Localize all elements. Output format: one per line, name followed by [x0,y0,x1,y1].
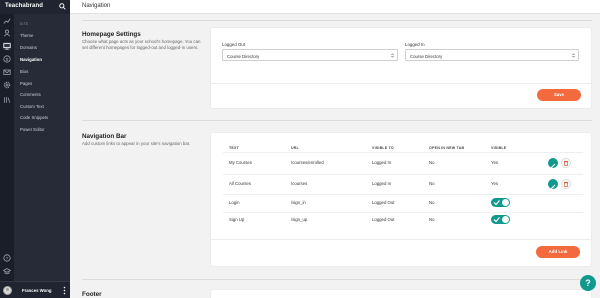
sidebar-item-power-editor[interactable]: Power Editor [20,127,45,132]
sidebar-item-comments[interactable]: Comments [20,92,41,97]
row-visible-to: Logged Out [372,200,395,205]
logged-in-select[interactable]: Course Directory [405,49,579,61]
logged-out-label: Logged Out [222,42,245,47]
row-visible: Yes [491,160,499,165]
table-row-divider [223,212,583,213]
sidebar-section-label: SITE [20,22,29,26]
row-text: Login [229,200,240,205]
library-icon[interactable] [3,96,11,104]
navigation-links-card: TEXT URL VISIBLE TO OPEN IN NEW TAB VISI… [211,133,591,266]
table-row-divider [223,194,583,195]
select-caret-icon [391,53,394,58]
pencil-icon [550,163,556,169]
visible-toggle[interactable] [491,198,510,207]
column-header-visible-to: VISIBLE TO [372,146,394,150]
homepage-settings-description: Choose what page acts as your school's h… [82,39,201,50]
dollar-icon[interactable]: $ [3,55,11,63]
users-icon[interactable] [3,29,11,37]
logged-out-select[interactable]: Course Directory [222,49,398,61]
table-header-divider [223,152,583,153]
trash-icon [563,160,569,166]
kebab-menu-icon[interactable] [63,286,66,295]
column-header-text: TEXT [229,146,239,150]
brand-area: Teachabrand [0,0,70,14]
row-url: /sign_in [291,200,306,205]
logged-in-select-value: Course Directory [410,53,443,59]
add-link-button[interactable]: Add Link [536,246,580,258]
gear-icon[interactable] [3,81,11,89]
page-title: Navigation [82,3,111,9]
table-row-divider [223,174,583,175]
user-name: Frances Wong [22,288,52,293]
sidebar-item-domains[interactable]: Domains [20,45,37,50]
svg-text:$: $ [6,57,9,63]
row-url: /courses [291,181,308,186]
column-header-url: URL [291,146,299,150]
row-url: /sign_up [291,217,308,222]
chart-icon[interactable] [3,17,11,25]
check-icon [493,200,500,206]
select-caret-icon [572,53,575,58]
visible-toggle[interactable] [491,215,510,224]
delete-button[interactable] [561,158,571,168]
row-new-tab: No [429,200,435,205]
row-url: /courses/enrolled [291,160,324,165]
edit-button[interactable] [548,158,558,169]
user-menu[interactable]: Frances Wong [0,281,70,298]
delete-button[interactable] [561,179,571,189]
footer-section-title: Footer [82,291,102,298]
save-button[interactable]: Save [537,89,581,101]
homepage-settings-card: Logged Out Course Directory Logged In Co… [211,28,591,108]
logged-in-label: Logged In [405,42,425,47]
row-visible-to: Logged In [372,160,392,165]
brand-logo[interactable]: Teachabrand [5,3,43,9]
column-header-open-in-new-tab: OPEN IN NEW TAB [429,146,465,150]
svg-text:?: ? [6,256,9,262]
row-new-tab: No [429,181,435,186]
column-header-visible: VISIBLE [491,146,507,150]
sidebar-item-pages[interactable]: Pages [20,81,32,86]
graduation-cap-icon[interactable] [3,267,11,275]
row-text: Sign Up [229,217,245,222]
homepage-settings-title: Homepage Settings [82,31,141,38]
row-text: My Courses [229,160,252,165]
section-divider [82,279,592,280]
sidebar-item-bios[interactable]: Bios [20,69,28,74]
navigation-bar-description: Add custom links to appear in your site'… [82,141,191,146]
row-visible: Yes [491,181,499,186]
help-circle-icon[interactable]: ? [3,254,11,262]
logged-out-select-value: Course Directory [227,53,260,59]
monitor-icon[interactable] [3,42,11,50]
row-new-tab: No [429,217,435,222]
row-visible-to: Logged Out [372,217,395,222]
trash-icon [563,181,569,187]
card-footer-divider [211,83,591,84]
help-button[interactable]: ? [580,275,596,291]
card-footer-divider [211,239,591,240]
row-visible-to: Logged In [372,181,392,186]
sidebar-item-theme[interactable]: Theme [20,33,33,38]
search-icon[interactable] [59,3,66,10]
section-divider [82,20,592,21]
mail-icon[interactable] [3,68,11,76]
top-bar: Navigation [0,0,600,14]
footer-card [211,290,591,298]
icon-rail: $ ? [0,14,14,298]
sidebar-item-code-snippets[interactable]: Code Snippets [20,115,48,120]
check-icon [493,217,500,223]
row-text: All Courses [229,181,251,186]
pencil-icon [550,184,556,190]
sidebar-item-navigation[interactable]: Navigation [20,57,42,62]
edit-button[interactable] [548,179,558,190]
section-divider [82,120,592,121]
row-new-tab: No [429,160,435,165]
avatar[interactable] [3,286,12,295]
navigation-bar-title: Navigation Bar [82,133,127,140]
sidebar-item-custom-text[interactable]: Custom Text [20,104,44,109]
sidebar: SITE Theme Domains Navigation Bios Pages… [14,14,70,298]
